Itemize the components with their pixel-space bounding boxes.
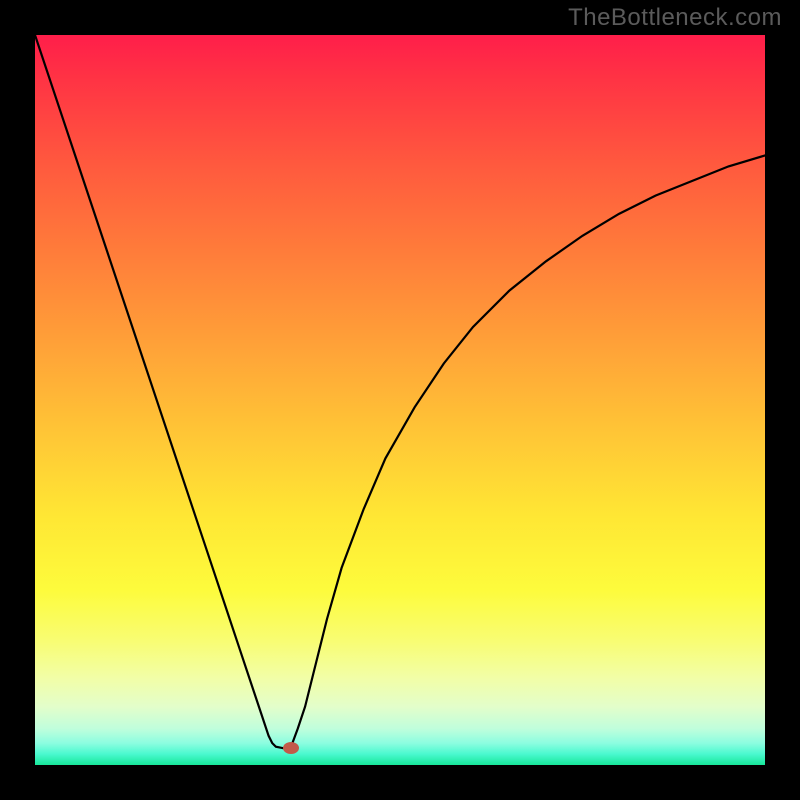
watermark-text: TheBottleneck.com	[568, 4, 782, 32]
chart-curve-svg	[35, 35, 765, 765]
curve-right-branch	[291, 155, 766, 748]
curve-left-branch	[35, 35, 291, 748]
chart-plot-area	[35, 35, 765, 765]
chart-minimum-marker	[283, 742, 299, 754]
